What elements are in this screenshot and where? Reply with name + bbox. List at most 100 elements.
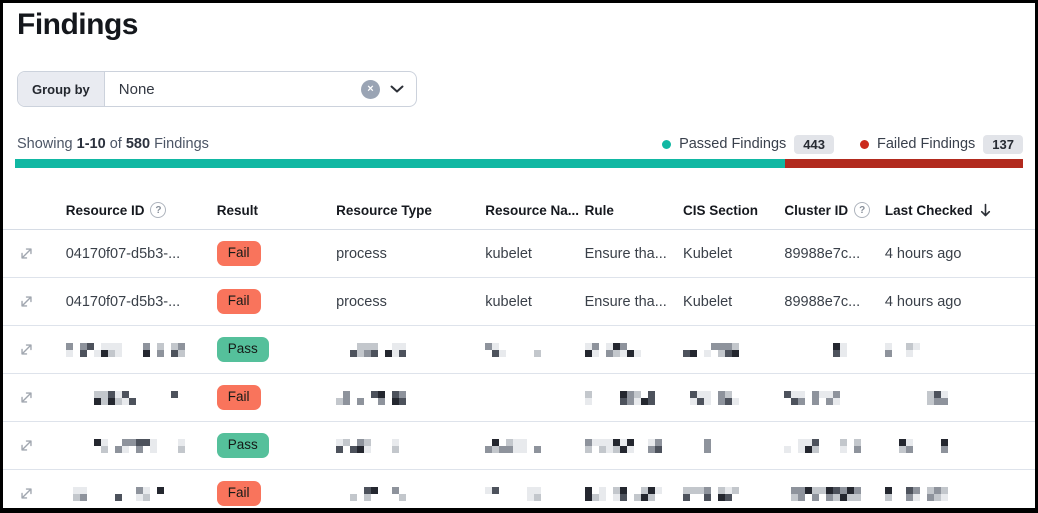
column-header-resource_name[interactable]: Resource Na... bbox=[485, 203, 584, 218]
column-header-resource_id[interactable]: Resource ID? bbox=[66, 202, 217, 218]
redacted-cell-last_checked bbox=[885, 439, 1023, 453]
redacted-cell-resource_name bbox=[485, 391, 584, 405]
findings-table: Resource ID?ResultResource TypeResource … bbox=[3, 191, 1035, 513]
results-summary: Showing 1-10 of 580 Findings bbox=[17, 136, 209, 152]
redacted-cell-cluster_id bbox=[784, 487, 884, 501]
passed-bar-segment bbox=[15, 159, 785, 168]
passed-dot-icon bbox=[662, 140, 671, 149]
column-label-cis_section: CIS Section bbox=[683, 203, 758, 218]
redacted-cell-resource_id bbox=[66, 391, 217, 405]
redacted-cell-cis_section bbox=[683, 439, 784, 453]
redacted-cell-resource_id bbox=[66, 439, 217, 453]
redacted-cell-resource_type bbox=[336, 439, 485, 453]
column-header-resource_type[interactable]: Resource Type bbox=[336, 203, 485, 218]
cell-resource_name: kubelet bbox=[485, 246, 584, 262]
table-row[interactable]: Fail bbox=[3, 470, 1035, 513]
expand-cell bbox=[15, 485, 66, 503]
column-header-cis_section[interactable]: CIS Section bbox=[683, 203, 784, 218]
expand-row-button[interactable] bbox=[17, 341, 35, 359]
cell-result: Fail bbox=[217, 241, 336, 265]
cell-resource_id: 04170f07-d5b3-... bbox=[66, 294, 217, 310]
failed-bar-segment bbox=[785, 159, 1023, 168]
legend: Passed Findings 443 Failed Findings 137 bbox=[662, 135, 1023, 154]
cell-rule: Ensure tha... bbox=[585, 246, 683, 262]
cell-cis_section: Kubelet bbox=[683, 246, 784, 262]
expand-cell bbox=[15, 341, 66, 359]
expand-icon bbox=[18, 485, 35, 502]
failed-count-badge: 137 bbox=[983, 135, 1023, 154]
expand-cell bbox=[15, 437, 66, 455]
cell-cis_section: Kubelet bbox=[683, 294, 784, 310]
redacted-cell-last_checked bbox=[885, 343, 1023, 357]
table-row[interactable]: 04170f07-d5b3-...FailprocesskubeletEnsur… bbox=[3, 278, 1035, 326]
redacted-cell-resource_name bbox=[485, 439, 584, 453]
redacted-cell-resource_id bbox=[66, 343, 217, 357]
table-row[interactable]: Pass bbox=[3, 326, 1035, 374]
expand-row-button[interactable] bbox=[17, 485, 35, 503]
help-icon[interactable]: ? bbox=[854, 202, 870, 218]
column-label-resource_id: Resource ID bbox=[66, 203, 145, 218]
table-row[interactable]: Fail bbox=[3, 374, 1035, 422]
cell-result: Fail bbox=[217, 289, 336, 313]
failed-dot-icon bbox=[860, 140, 869, 149]
column-label-cluster_id: Cluster ID bbox=[784, 203, 848, 218]
expand-row-button[interactable] bbox=[17, 293, 35, 311]
cell-resource_type: process bbox=[336, 246, 485, 262]
result-badge-pass: Pass bbox=[217, 433, 269, 457]
redacted-cell-rule bbox=[585, 487, 683, 501]
expand-row-button[interactable] bbox=[17, 389, 35, 407]
column-label-result: Result bbox=[217, 203, 258, 218]
redacted-cell-cluster_id bbox=[784, 391, 884, 405]
passed-count-badge: 443 bbox=[794, 135, 834, 154]
redacted-cell-cis_section bbox=[683, 391, 784, 405]
expand-row-button[interactable] bbox=[17, 245, 35, 263]
redacted-cell-rule bbox=[585, 391, 683, 405]
summary-of: of bbox=[110, 136, 122, 152]
help-icon[interactable]: ? bbox=[150, 202, 166, 218]
column-header-result[interactable]: Result bbox=[217, 203, 336, 218]
cell-last_checked: 4 hours ago bbox=[885, 294, 1023, 310]
column-header-rule[interactable]: Rule bbox=[585, 203, 683, 218]
findings-ratio-bar bbox=[15, 159, 1023, 168]
cell-cluster_id: 89988e7c... bbox=[784, 246, 884, 262]
summary-total: 580 bbox=[126, 136, 150, 152]
summary-prefix: Showing bbox=[17, 136, 73, 152]
redacted-cell-resource_name bbox=[485, 487, 584, 501]
redacted-cell-cluster_id bbox=[784, 439, 884, 453]
table-row[interactable]: Pass bbox=[3, 422, 1035, 470]
cell-rule: Ensure tha... bbox=[585, 294, 683, 310]
table-header-row: Resource ID?ResultResource TypeResource … bbox=[3, 191, 1035, 230]
legend-passed: Passed Findings 443 bbox=[662, 135, 834, 154]
expand-cell bbox=[15, 245, 66, 263]
sort-desc-icon[interactable] bbox=[979, 203, 992, 217]
clear-icon[interactable]: × bbox=[361, 80, 380, 99]
result-badge-fail: Fail bbox=[217, 385, 261, 409]
column-header-last_checked[interactable]: Last Checked bbox=[885, 203, 1023, 218]
summary-range: 1-10 bbox=[77, 136, 106, 152]
redacted-cell-resource_type bbox=[336, 391, 485, 405]
summary-unit: Findings bbox=[154, 136, 209, 152]
legend-failed: Failed Findings 137 bbox=[860, 135, 1023, 154]
redacted-cell-resource_type bbox=[336, 487, 485, 501]
group-by-control[interactable]: Group by None × bbox=[17, 71, 417, 107]
cell-last_checked: 4 hours ago bbox=[885, 246, 1023, 262]
expand-icon bbox=[18, 293, 35, 310]
expand-cell bbox=[15, 389, 66, 407]
cell-result: Pass bbox=[217, 337, 336, 361]
expand-icon bbox=[18, 389, 35, 406]
group-by-value: None bbox=[105, 81, 361, 98]
column-header-cluster_id[interactable]: Cluster ID? bbox=[784, 202, 884, 218]
cell-result: Pass bbox=[217, 433, 336, 457]
table-row[interactable]: 04170f07-d5b3-...FailprocesskubeletEnsur… bbox=[3, 230, 1035, 278]
result-badge-fail: Fail bbox=[217, 289, 261, 313]
expand-row-button[interactable] bbox=[17, 437, 35, 455]
cell-resource_id: 04170f07-d5b3-... bbox=[66, 246, 217, 262]
cell-result: Fail bbox=[217, 385, 336, 409]
column-label-rule: Rule bbox=[585, 203, 614, 218]
redacted-cell-last_checked bbox=[885, 391, 1023, 405]
results-meta-row: Showing 1-10 of 580 Findings Passed Find… bbox=[17, 133, 1023, 155]
chevron-down-icon[interactable] bbox=[390, 85, 404, 93]
cell-cluster_id: 89988e7c... bbox=[784, 294, 884, 310]
redacted-cell-cluster_id bbox=[784, 343, 884, 357]
redacted-cell-cis_section bbox=[683, 487, 784, 501]
